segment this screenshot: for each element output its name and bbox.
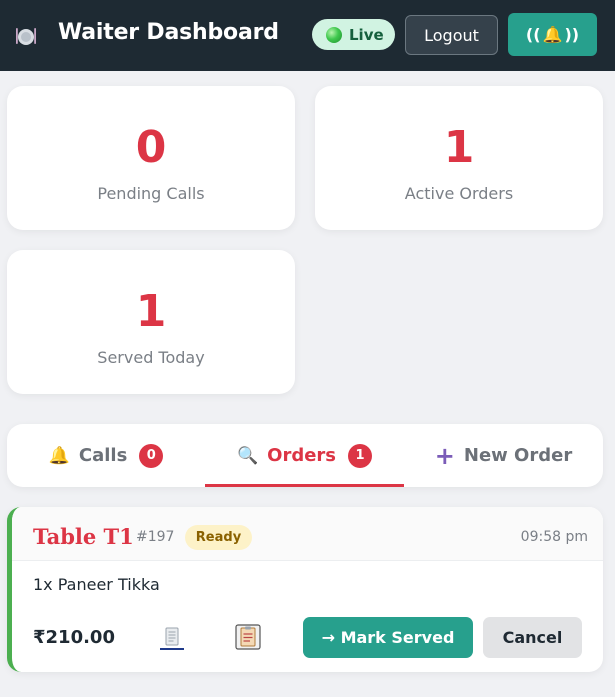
mark-served-button[interactable]: → Mark Served: [303, 617, 473, 658]
bell-wave-left: ((: [525, 25, 541, 44]
table-name: Table T1: [33, 524, 134, 549]
pending-calls-count: 0: [135, 122, 167, 173]
order-card: Table T1 #197 Ready 09:58 pm 1x Paneer T…: [7, 507, 603, 672]
tab-new-order[interactable]: + New Order: [404, 424, 603, 487]
pending-calls-label: Pending Calls: [97, 184, 205, 203]
tab-bar: 🔔 Calls 0 🔍 Orders 1 + New Order: [7, 424, 603, 487]
status-badge: Ready: [185, 525, 252, 550]
calls-count-badge: 0: [139, 443, 164, 468]
active-orders-card: 1 Active Orders: [315, 86, 603, 230]
served-today-label: Served Today: [97, 348, 205, 367]
order-number: #197: [136, 529, 175, 545]
bell-icon: 🔔: [542, 25, 563, 44]
tab-orders[interactable]: 🔍 Orders 1: [205, 424, 404, 487]
tab-new-order-label: New Order: [463, 445, 573, 466]
live-status-badge: Live: [312, 19, 395, 50]
order-header: Table T1 #197 Ready 09:58 pm: [12, 507, 603, 561]
clipboard-icon[interactable]: [234, 623, 262, 651]
receipt-icon[interactable]: [158, 627, 186, 651]
tab-calls-label: Calls: [78, 445, 128, 466]
bell-icon: 🔔: [48, 445, 70, 466]
bell-wave-right: )): [564, 25, 580, 44]
magnifier-icon: 🔍: [236, 445, 259, 466]
cancel-button[interactable]: Cancel: [483, 617, 582, 658]
active-orders-count: 1: [443, 122, 475, 173]
served-today-count: 1: [135, 286, 167, 337]
plus-icon: +: [434, 441, 455, 470]
app-title: Waiter Dashboard: [58, 20, 279, 45]
order-time: 09:58 pm: [520, 529, 588, 545]
notification-bell-button[interactable]: (( 🔔 )): [508, 13, 597, 56]
top-bar: Waiter Dashboard Live Logout (( 🔔 )): [0, 0, 615, 71]
order-total: ₹210.00: [33, 627, 115, 648]
order-items: 1x Paneer Tikka: [33, 575, 160, 594]
active-orders-label: Active Orders: [404, 184, 514, 203]
logout-button[interactable]: Logout: [405, 15, 498, 55]
orders-count-badge: 1: [348, 443, 373, 468]
live-dot-icon: [326, 26, 342, 43]
served-today-card: 1 Served Today: [7, 250, 295, 394]
plate-icon: [16, 28, 36, 45]
tab-calls[interactable]: 🔔 Calls 0: [7, 424, 205, 487]
pending-calls-card: 0 Pending Calls: [7, 86, 295, 230]
tab-orders-label: Orders: [267, 445, 337, 466]
live-label: Live: [349, 25, 384, 44]
